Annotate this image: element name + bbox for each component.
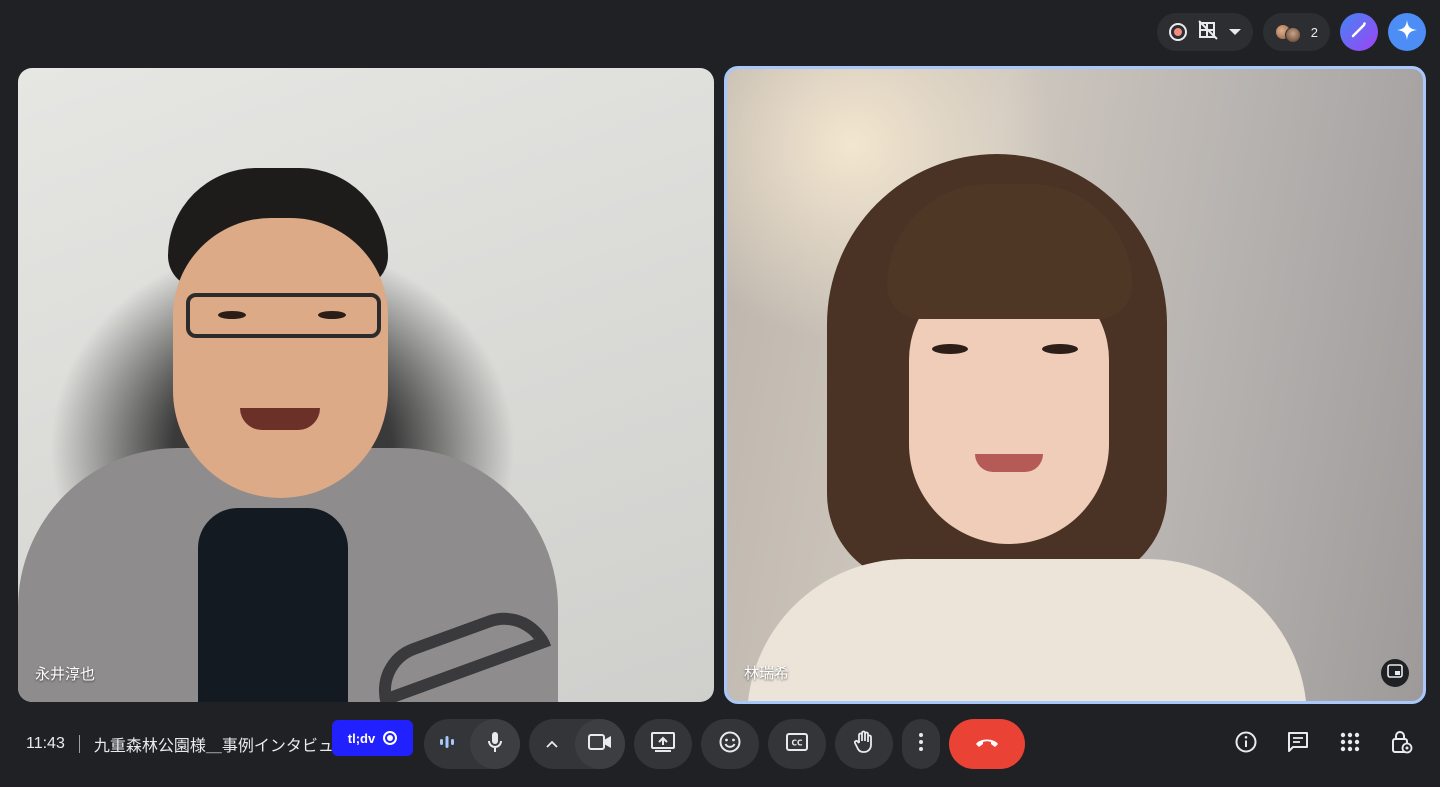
meeting-time: 11:43 — [26, 735, 65, 752]
captions-icon: CC — [786, 732, 808, 756]
captions-button[interactable]: CC — [768, 719, 826, 769]
call-controls: CC — [424, 719, 1025, 769]
camera-control-group — [529, 719, 625, 769]
participants-pill[interactable]: 2 — [1262, 13, 1330, 51]
participant-name: 林瑞希 — [744, 665, 790, 682]
participant-tile[interactable]: 永井淳也 — [18, 68, 714, 702]
meeting-info: 11:43 九重森林公園様＿事例インタビュー — [26, 712, 334, 776]
camera-options-button[interactable] — [529, 719, 575, 769]
tldv-label: tl;dv — [347, 730, 376, 746]
tldv-button[interactable]: tl;dv — [332, 720, 413, 756]
mic-icon — [486, 731, 504, 758]
pip-icon — [1387, 663, 1403, 683]
host-controls-icon — [1391, 730, 1413, 759]
picture-in-picture-button[interactable] — [1381, 659, 1409, 687]
gemini-button[interactable] — [1388, 13, 1426, 51]
more-options-button[interactable] — [902, 719, 940, 769]
sparkle-icon — [1396, 19, 1418, 46]
more-vert-icon — [918, 732, 924, 757]
record-icon — [383, 731, 398, 745]
avatar — [1284, 27, 1301, 43]
apps-icon — [1340, 732, 1360, 757]
mic-button[interactable] — [470, 719, 520, 769]
chat-button[interactable] — [1286, 731, 1310, 758]
chat-icon — [1287, 731, 1309, 758]
chevron-up-icon — [546, 735, 558, 753]
participant-avatars — [1274, 21, 1301, 43]
audio-levels-icon — [438, 735, 456, 754]
host-controls-button[interactable] — [1390, 730, 1414, 759]
participant-name: 永井淳也 — [35, 666, 96, 683]
hangup-icon — [974, 735, 1000, 753]
camera-button[interactable] — [575, 719, 625, 769]
leave-call-button[interactable] — [949, 719, 1025, 769]
present-icon — [651, 731, 675, 757]
audio-levels-button[interactable] — [424, 719, 470, 769]
emoji-icon — [719, 731, 741, 758]
participant-count: 2 — [1310, 24, 1318, 40]
recording-layout-pill[interactable] — [1156, 13, 1253, 51]
present-button[interactable] — [634, 719, 692, 769]
bottom-bar: 11:43 九重森林公園様＿事例インタビュー tl;dv CC — [0, 712, 1440, 776]
raise-hand-icon — [853, 730, 875, 759]
svg-text:CC: CC — [791, 738, 803, 747]
take-notes-button[interactable] — [1340, 13, 1378, 51]
emoji-button[interactable] — [701, 719, 759, 769]
camera-icon — [588, 733, 612, 756]
chevron-down-icon[interactable] — [1228, 29, 1241, 35]
magic-pen-icon — [1349, 20, 1369, 45]
top-bar: 2 — [1156, 12, 1426, 52]
activities-button[interactable] — [1338, 732, 1362, 756]
meeting-details-button[interactable] — [1234, 731, 1258, 758]
no-video-grid-icon[interactable] — [1197, 19, 1219, 46]
meeting-title: 九重森林公園様＿事例インタビュー — [93, 738, 334, 755]
record-icon[interactable] — [1168, 23, 1187, 41]
participant-tile-active-speaker[interactable]: 林瑞希 — [724, 66, 1426, 704]
mic-control-group — [424, 719, 520, 769]
divider — [78, 735, 80, 753]
raise-hand-button[interactable] — [835, 719, 893, 769]
info-icon — [1235, 731, 1257, 758]
meeting-tools — [1234, 712, 1414, 776]
